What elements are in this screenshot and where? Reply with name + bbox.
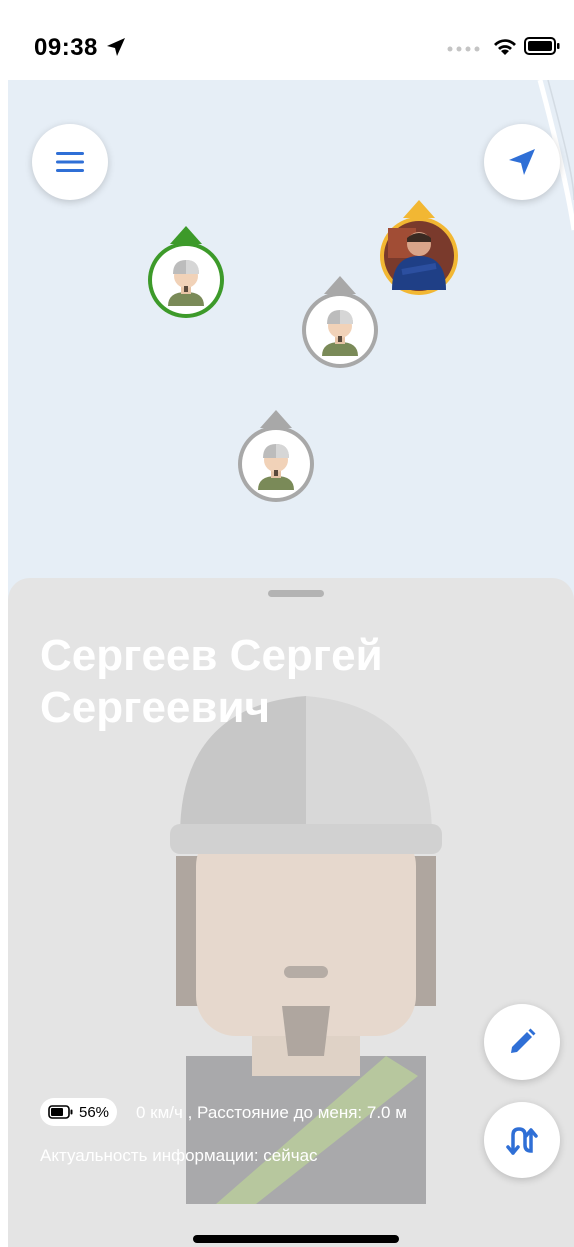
worker-avatar-large — [170, 696, 442, 1204]
navigation-arrow-icon — [509, 149, 535, 175]
speed-distance-text: 0 км/ч , Расстояние до меня: 7.0 м — [136, 1103, 407, 1122]
edit-button[interactable] — [484, 1004, 560, 1080]
worker-name-line1: Сергеев Сергей — [40, 631, 383, 680]
battery-percent: 56% — [79, 1103, 110, 1121]
pencil-icon — [511, 1028, 536, 1053]
menu-button[interactable] — [32, 124, 108, 200]
worker-marker-green[interactable] — [146, 226, 226, 320]
sheet-drag-handle[interactable] — [268, 590, 324, 597]
worker-marker-gray[interactable] — [300, 276, 380, 370]
worker-name-line2: Сергеевич — [40, 683, 271, 732]
route-arrows-icon — [506, 1127, 538, 1155]
home-indicator[interactable] — [193, 1235, 399, 1243]
worker-marker-gray-2[interactable] — [236, 410, 316, 504]
battery-level-icon — [48, 1105, 73, 1119]
worker-marker-photo-yellow[interactable] — [378, 200, 460, 296]
battery-badge: 56% — [40, 1098, 118, 1126]
battery-icon — [524, 37, 560, 55]
info-actuality-text: Актуальность информации: сейчас — [40, 1146, 318, 1165]
wifi-icon — [494, 39, 516, 55]
menu-icon — [56, 152, 84, 172]
location-arrow-icon — [107, 38, 125, 56]
my-location-button[interactable] — [484, 124, 560, 200]
screen-frame — [0, 0, 8, 1247]
status-time: 09:38 — [34, 34, 98, 61]
worker-name: Сергеев Сергей Сергеевич — [40, 630, 500, 734]
route-button[interactable] — [484, 1102, 560, 1178]
status-bar: 09:38 — [0, 0, 574, 80]
signal-dots-icon — [447, 46, 480, 52]
